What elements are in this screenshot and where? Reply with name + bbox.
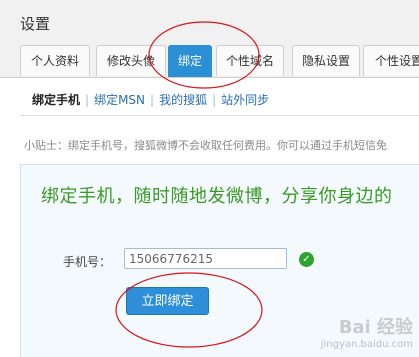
tab-bind[interactable]: 绑定 (168, 45, 212, 77)
bind-now-button[interactable]: 立即绑定 (126, 287, 209, 315)
tip-text: 小贴士：绑定手机号，搜狐微博不会收取任何费用。你可以通过手机短信免 (24, 139, 387, 152)
subnav-separator: | (150, 93, 155, 107)
promo-banner: 绑定手机，随时随地发微博，分享你身边的 (41, 186, 393, 207)
watermark-logo: Bai 经验 (338, 317, 413, 338)
tab-privacy[interactable]: 隐私设置 (292, 45, 360, 76)
subnav-my-sohu[interactable]: 我的搜狐 (159, 93, 207, 107)
tab-personal[interactable]: 个性设置 (363, 45, 419, 76)
tab-divider (0, 77, 419, 78)
check-circle-icon: ✓ (299, 252, 314, 267)
watermark-url: jingyan.baidu.com (320, 339, 413, 350)
phone-input[interactable] (124, 248, 287, 269)
page-title: 设置 (20, 15, 51, 33)
settings-header: 设置 个人资料 修改头像 绑定 个性域名 隐私设置 个性设置 (0, 0, 419, 78)
tab-domain[interactable]: 个性域名 (216, 45, 284, 76)
subnav-separator: | (85, 93, 90, 107)
subnav-bind-msn[interactable]: 绑定MSN (94, 93, 145, 107)
subnav-separator: | (212, 93, 217, 107)
baidu-jingyan-watermark: Bai 经验 jingyan.baidu.com (321, 313, 413, 350)
tab-avatar[interactable]: 修改头像 (96, 45, 166, 76)
bind-subnav: 绑定手机 | 绑定MSN | 我的搜狐 | 站外同步 (32, 91, 269, 108)
phone-label: 手机号： (63, 255, 112, 269)
subnav-sync[interactable]: 站外同步 (221, 93, 269, 107)
subnav-divider (20, 115, 419, 116)
tab-profile[interactable]: 个人资料 (20, 45, 90, 76)
subnav-bind-phone[interactable]: 绑定手机 (32, 93, 80, 107)
